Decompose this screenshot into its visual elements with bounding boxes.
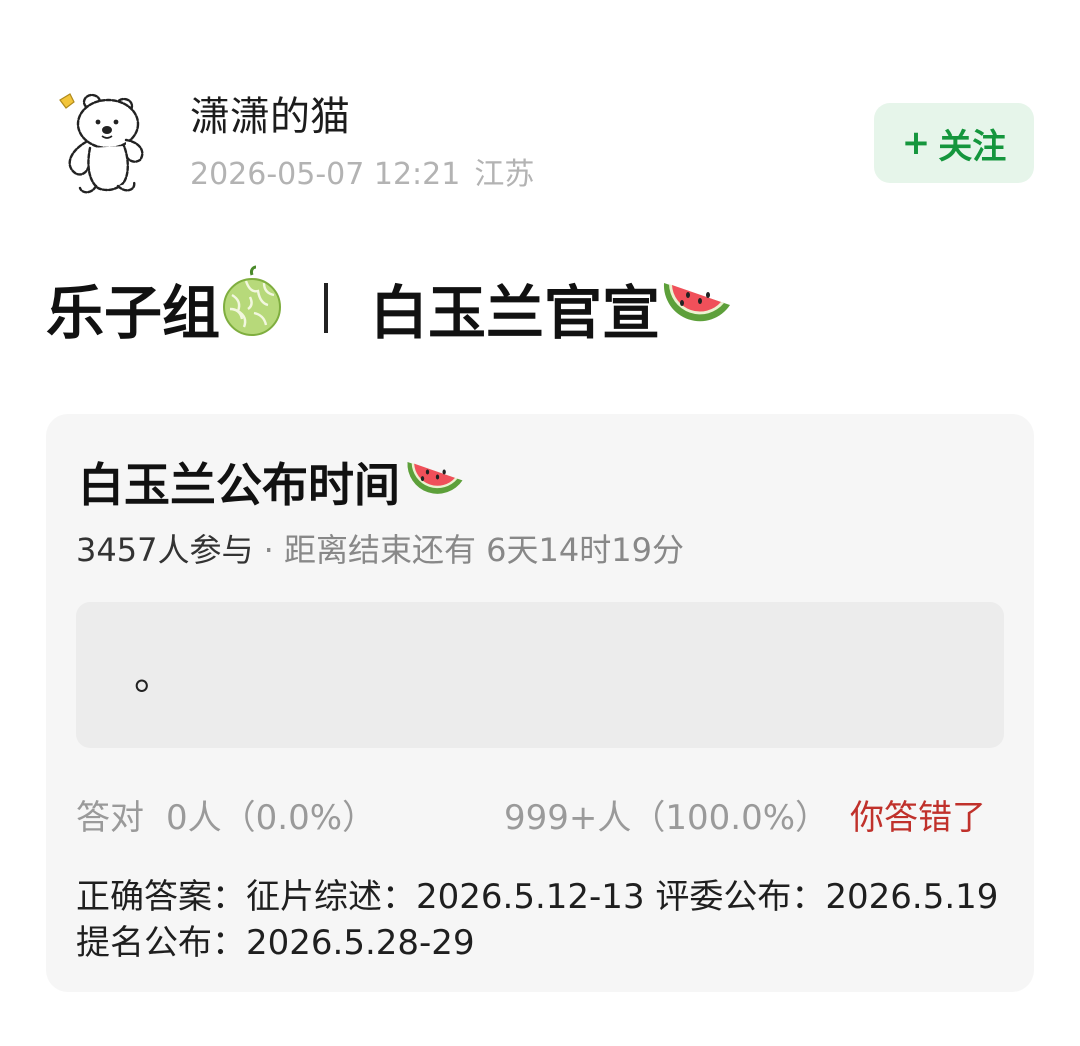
quiz-option[interactable]: 。 xyxy=(76,602,1004,748)
result-label: 你答错了 xyxy=(850,798,986,838)
quiz-subtitle: 3457人参与 · 距离结束还有 6天14时19分 xyxy=(76,530,684,570)
plus-icon: + xyxy=(901,123,931,163)
correct-stats: 答对 0人（0.0%） xyxy=(76,796,376,840)
follow-button[interactable]: + 关注 xyxy=(874,103,1034,183)
quiz-title-text: 白玉兰公布时间 xyxy=(78,458,400,512)
participant-count: 3457人参与 xyxy=(76,531,254,569)
melon-icon xyxy=(220,265,284,351)
bear-avatar-icon xyxy=(59,93,144,194)
post-title: 乐子组 白玉兰官宣 xyxy=(46,265,734,351)
post-date: 2026-05-07 12:21 xyxy=(190,157,461,192)
post-meta: 2026-05-07 12:21 江苏 xyxy=(190,155,534,195)
wrong-stats: 999+人（100.0%） xyxy=(504,798,830,838)
post-title-left: 乐子组 xyxy=(46,279,221,347)
correct-label: 答对 xyxy=(76,798,144,838)
username[interactable]: 潇潇的猫 xyxy=(190,92,350,142)
watermelon-icon xyxy=(404,452,466,513)
post-title-right: 白玉兰官宣 xyxy=(370,279,661,347)
watermelon-icon xyxy=(660,271,734,345)
quiz-title: 白玉兰公布时间 xyxy=(78,452,466,513)
post-location: 江苏 xyxy=(474,157,535,192)
user-avatar[interactable] xyxy=(52,90,152,200)
subtitle-separator: · xyxy=(253,531,284,569)
correct-count: 0人（0.0%） xyxy=(166,798,377,838)
quiz-option-text: 。 xyxy=(134,653,174,699)
follow-label: 关注 xyxy=(938,126,1007,167)
correct-answer: 正确答案：征片综述：2026.5.12-13 评委公布：2026.5.19 提名… xyxy=(76,877,999,963)
title-divider xyxy=(324,283,329,333)
time-remaining: 距离结束还有 6天14时19分 xyxy=(283,531,684,569)
quiz-card: 白玉兰公布时间 3457人参与 · 距离结束还有 6天14时19分 。 答对 0人… xyxy=(46,414,1034,992)
